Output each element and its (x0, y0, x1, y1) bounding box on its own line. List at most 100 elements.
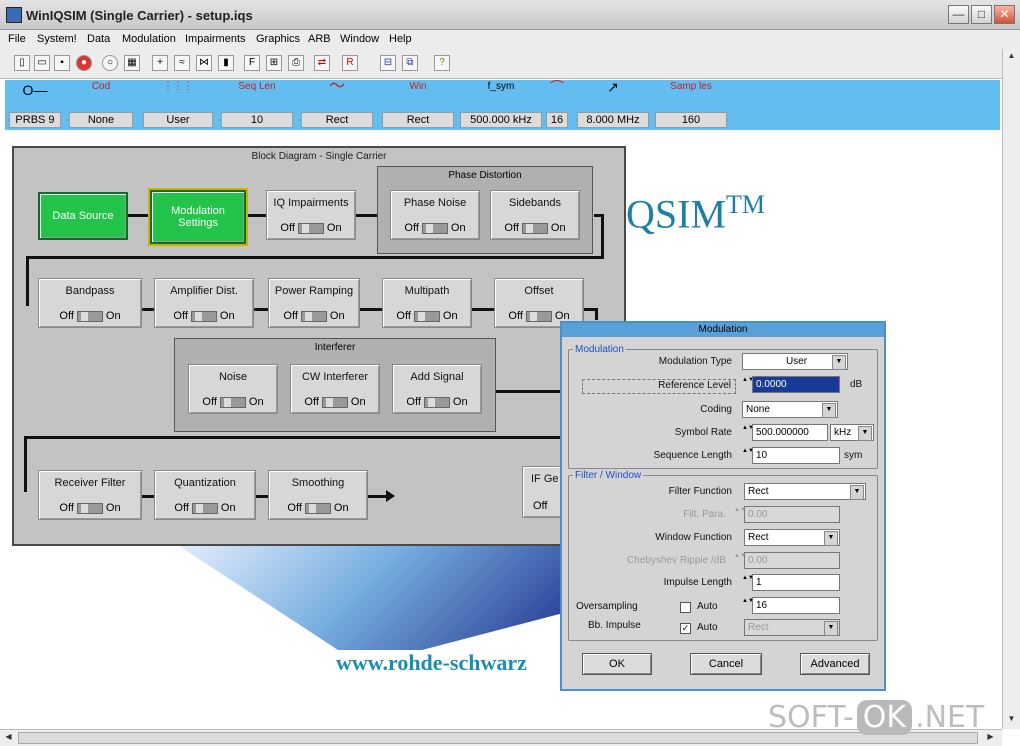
toggle-switch[interactable] (76, 502, 103, 514)
on-off-toggle[interactable]: Off On (39, 502, 141, 514)
oversampling-auto-checkbox[interactable] (680, 602, 691, 613)
transfer-icon[interactable]: ⇄ (314, 55, 330, 71)
menu-help[interactable]: Help (389, 33, 412, 45)
cascade-icon[interactable]: ⧉ (402, 55, 418, 71)
menu-impairments[interactable]: Impairments (185, 33, 246, 45)
toggle-switch[interactable] (297, 222, 324, 234)
toggle-switch[interactable] (190, 310, 217, 322)
menu-window[interactable]: Window (340, 33, 379, 45)
param-samples[interactable]: Samp les 160 (655, 80, 727, 130)
minimize-button[interactable]: — (948, 5, 969, 24)
toggle-switch[interactable] (521, 222, 548, 234)
data-source-block[interactable]: Data Source (38, 192, 128, 240)
param-modulation[interactable]: ⋮⋮⋮ User (143, 80, 213, 130)
sidebands-block[interactable]: Sidebands Off On (490, 190, 580, 240)
on-off-toggle[interactable]: Off On (393, 396, 481, 408)
sequence-length-input[interactable]: 10 (752, 447, 840, 464)
on-off-toggle[interactable]: Off On (391, 222, 479, 234)
spin-arrows-icon[interactable]: ▲▼ (742, 447, 754, 464)
spin-arrows-icon[interactable]: ▲▼ (742, 597, 754, 614)
toggle-switch[interactable] (191, 502, 218, 514)
cw-interferer-block[interactable]: CW Interferer Off On (290, 364, 380, 414)
on-off-toggle[interactable]: Off On (155, 502, 255, 514)
iq-impairments-block[interactable]: IQ Impairments Off On (266, 190, 356, 240)
tile-horizontal-icon[interactable]: ⊟ (380, 55, 396, 71)
oversampling-input[interactable]: 16 (752, 597, 840, 614)
bandpass-block[interactable]: Bandpass Off On (38, 278, 142, 328)
menu-data[interactable]: Data (87, 33, 110, 45)
maximize-button[interactable]: □ (971, 5, 992, 24)
remote-icon[interactable]: R (342, 55, 358, 71)
window-function-select[interactable]: Rect (744, 529, 840, 546)
add-signal-block[interactable]: Add Signal Off On (392, 364, 482, 414)
param-sequence-length[interactable]: Seq Len 10 (221, 80, 293, 130)
scroll-up-icon[interactable]: ▲ (1005, 51, 1018, 64)
toggle-switch[interactable] (525, 310, 552, 322)
spin-arrows-icon[interactable]: ▲▼ (742, 376, 754, 393)
data-source-icon[interactable]: ○ (102, 55, 118, 71)
spectrum-icon[interactable]: ▮ (218, 55, 234, 71)
scroll-right-icon[interactable]: ▶ (984, 732, 997, 745)
exit-icon[interactable]: ● (76, 55, 92, 71)
eye-diagram-icon[interactable]: ⋈ (196, 55, 212, 71)
menu-file[interactable]: File (8, 33, 26, 45)
coding-select[interactable]: None (742, 401, 838, 418)
vertical-scrollbar[interactable]: ▲ ▼ (1002, 49, 1020, 729)
on-off-toggle[interactable]: Off On (291, 396, 379, 408)
toggle-switch[interactable] (219, 396, 246, 408)
on-off-toggle[interactable]: Off On (269, 310, 359, 322)
modulation-type-select[interactable]: User (742, 353, 848, 370)
print-icon[interactable]: ⎙ (288, 55, 304, 71)
param-data-source[interactable]: O— PRBS 9 (9, 80, 61, 130)
filter-function-select[interactable]: Rect (744, 483, 866, 500)
toggle-switch[interactable] (321, 396, 348, 408)
modulation-settings-block[interactable]: Modulation Settings (148, 188, 248, 246)
toggle-switch[interactable] (423, 396, 450, 408)
menu-arb[interactable]: ARB (308, 33, 331, 45)
crosshair-icon[interactable]: + (152, 55, 168, 71)
on-off-toggle[interactable]: Off On (383, 310, 471, 322)
param-oversampling[interactable]: ⌒ 16 (546, 80, 568, 130)
impulse-length-input[interactable]: 1 (752, 574, 840, 591)
toggle-switch[interactable] (300, 310, 327, 322)
quantization-block[interactable]: Quantization Off On (154, 470, 256, 520)
smoothing-block[interactable]: Smoothing Off On (268, 470, 368, 520)
power-ramping-block[interactable]: Power Ramping Off On (268, 278, 360, 328)
scroll-left-icon[interactable]: ◀ (2, 732, 15, 745)
multipath-block[interactable]: Multipath Off On (382, 278, 472, 328)
spin-arrows-icon[interactable]: ▲▼ (742, 424, 754, 441)
ok-button[interactable]: OK (582, 653, 652, 675)
symbol-rate-input[interactable]: 500.000000 (752, 424, 828, 441)
param-symbol-rate[interactable]: f_sym 500.000 kHz (460, 80, 542, 130)
fft-icon[interactable]: F (244, 55, 260, 71)
on-off-toggle[interactable]: Off On (491, 222, 579, 234)
on-off-toggle[interactable]: Off On (189, 396, 277, 408)
menu-graphics[interactable]: Graphics (256, 33, 300, 45)
settings-icon[interactable]: ⊞ (266, 55, 282, 71)
save-icon[interactable]: ▪ (54, 55, 70, 71)
new-file-icon[interactable]: ▯ (14, 55, 30, 71)
param-coding[interactable]: Cod None (69, 80, 133, 130)
advanced-button[interactable]: Advanced (800, 653, 870, 675)
amplifier-distortion-block[interactable]: Amplifier Dist. Off On (154, 278, 254, 328)
spin-arrows-icon[interactable]: ▲▼ (742, 574, 754, 591)
on-off-toggle[interactable]: Off On (155, 310, 253, 322)
cancel-button[interactable]: Cancel (690, 653, 762, 675)
menu-system[interactable]: System! (37, 33, 77, 45)
param-filter[interactable]: 〜 Rect (301, 79, 373, 130)
constellation-icon[interactable]: ▦ (124, 55, 140, 71)
symbol-rate-unit-select[interactable]: kHz (830, 424, 874, 441)
toggle-switch[interactable] (304, 502, 331, 514)
param-window[interactable]: Win Rect (382, 80, 454, 130)
toggle-switch[interactable] (76, 310, 103, 322)
close-button[interactable]: ✕ (994, 5, 1015, 24)
toggle-switch[interactable] (421, 222, 448, 234)
filter-icon[interactable]: ≈ (174, 55, 190, 71)
phase-noise-block[interactable]: Phase Noise Off On (390, 190, 480, 240)
receiver-filter-block[interactable]: Receiver Filter Off On (38, 470, 142, 520)
on-off-toggle[interactable]: Off On (39, 310, 141, 322)
scroll-down-icon[interactable]: ▼ (1005, 714, 1018, 727)
toggle-switch[interactable] (413, 310, 440, 322)
on-off-toggle[interactable]: Off On (267, 222, 355, 234)
menu-modulation[interactable]: Modulation (122, 33, 176, 45)
